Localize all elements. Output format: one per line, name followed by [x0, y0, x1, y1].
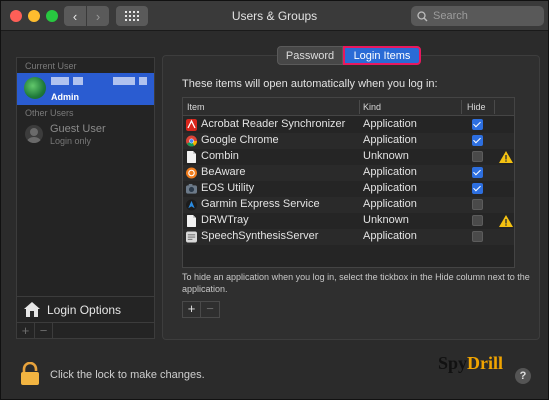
column-divider	[494, 100, 495, 114]
hide-checkbox[interactable]	[472, 167, 483, 178]
warning-icon	[499, 151, 513, 163]
hide-checkbox[interactable]	[472, 215, 483, 226]
hide-checkbox[interactable]	[472, 231, 483, 242]
hide-checkbox[interactable]	[472, 199, 483, 210]
brand-part-1: Spy	[438, 353, 468, 373]
lock-icon[interactable]	[20, 362, 40, 386]
current-user-label: Current User	[25, 61, 77, 71]
redacted-name-block	[139, 77, 147, 85]
item-kind: Application	[363, 134, 417, 146]
login-options-button[interactable]: Login Options	[17, 296, 154, 322]
item-name: SpeechSynthesisServer	[201, 230, 319, 242]
document-icon	[187, 215, 196, 227]
avatar	[24, 77, 46, 99]
item-name: DRWTray	[201, 214, 249, 226]
column-header-kind[interactable]: Kind	[363, 102, 381, 112]
document-icon	[187, 151, 196, 163]
preferences-window: ‹ › Users & Groups Current User	[0, 0, 549, 400]
user-role: Admin	[51, 92, 79, 102]
search-icon	[417, 10, 428, 21]
add-login-item-button[interactable]: +	[183, 302, 201, 317]
tab-password[interactable]: Password	[277, 46, 343, 65]
hide-instructions: To hide an application when you log in, …	[182, 272, 530, 294]
item-kind: Application	[363, 166, 417, 178]
tab-bar: Password Login Items	[277, 46, 421, 65]
brand-watermark: SpyDrill	[438, 353, 503, 374]
lock-message: Click the lock to make changes.	[50, 369, 205, 381]
eos-icon	[186, 183, 197, 194]
table-row[interactable]: BeAware Application	[183, 165, 514, 181]
login-items-intro: These items will open automatically when…	[182, 78, 438, 90]
column-divider	[461, 100, 462, 114]
column-header-hide[interactable]: Hide	[467, 102, 486, 112]
add-user-button[interactable]: +	[17, 323, 35, 339]
remove-user-button[interactable]: −	[35, 323, 53, 339]
table-row[interactable]: Garmin Express Service Application	[183, 197, 514, 213]
remove-login-item-button[interactable]: −	[201, 302, 219, 317]
column-header-item[interactable]: Item	[187, 102, 205, 112]
warning-icon	[499, 215, 513, 227]
hide-checkbox[interactable]	[472, 135, 483, 146]
item-name: Acrobat Reader Synchronizer	[201, 118, 346, 130]
item-kind: Application	[363, 198, 417, 210]
hide-checkbox[interactable]	[472, 183, 483, 194]
hide-checkbox[interactable]	[472, 151, 483, 162]
redacted-name-block	[113, 77, 135, 85]
item-kind: Unknown	[363, 214, 409, 226]
tab-login-items[interactable]: Login Items	[343, 46, 421, 65]
table-row[interactable]: Acrobat Reader Synchronizer Application	[183, 117, 514, 133]
house-icon	[24, 302, 40, 317]
brand-part-2: Drill	[467, 353, 504, 373]
table-row[interactable]: EOS Utility Application	[183, 181, 514, 197]
table-row[interactable]: Google Chrome Application	[183, 133, 514, 149]
item-name: Combin	[201, 150, 239, 162]
table-row[interactable]: DRWTray Unknown	[183, 213, 514, 229]
item-name: Google Chrome	[201, 134, 279, 146]
table-row[interactable]: Combin Unknown	[183, 149, 514, 165]
table-row[interactable]: SpeechSynthesisServer Application	[183, 229, 514, 245]
login-options-label: Login Options	[47, 302, 122, 317]
garmin-icon	[186, 199, 197, 211]
sidebar-item-current-user[interactable]: Admin	[17, 73, 154, 105]
item-kind: Application	[363, 118, 417, 130]
column-divider	[359, 100, 360, 114]
item-kind: Application	[363, 230, 417, 242]
sidebar-item-guest-user[interactable]: Guest User Login only	[17, 120, 154, 150]
users-sidebar: Current User Admin Other Users Guest Use…	[16, 57, 155, 339]
login-items-table: Item Kind Hide Acrobat Reader Synchroniz…	[182, 97, 515, 268]
search-input[interactable]	[433, 10, 533, 22]
user-silhouette-icon	[25, 125, 43, 143]
guest-user-subtitle: Login only	[50, 136, 92, 146]
beaware-icon	[186, 167, 197, 179]
redacted-name-block	[51, 77, 69, 85]
item-name: BeAware	[201, 166, 246, 178]
login-items-buttons: + −	[182, 301, 220, 318]
item-kind: Application	[363, 182, 417, 194]
help-button[interactable]: ?	[515, 368, 531, 384]
redacted-name-block	[73, 77, 83, 85]
chrome-icon	[186, 135, 197, 147]
search-field[interactable]	[411, 6, 544, 26]
item-kind: Unknown	[363, 150, 409, 162]
acrobat-icon	[186, 119, 197, 131]
sidebar-buttons: + −	[17, 322, 154, 339]
item-name: EOS Utility	[201, 182, 255, 194]
guest-user-name: Guest User	[50, 123, 106, 135]
item-name: Garmin Express Service	[201, 198, 320, 210]
other-users-label: Other Users	[25, 108, 74, 118]
speech-icon	[186, 231, 197, 243]
title-bar: ‹ › Users & Groups	[1, 1, 548, 31]
table-header: Item Kind Hide	[183, 98, 514, 116]
hide-checkbox[interactable]	[472, 119, 483, 130]
